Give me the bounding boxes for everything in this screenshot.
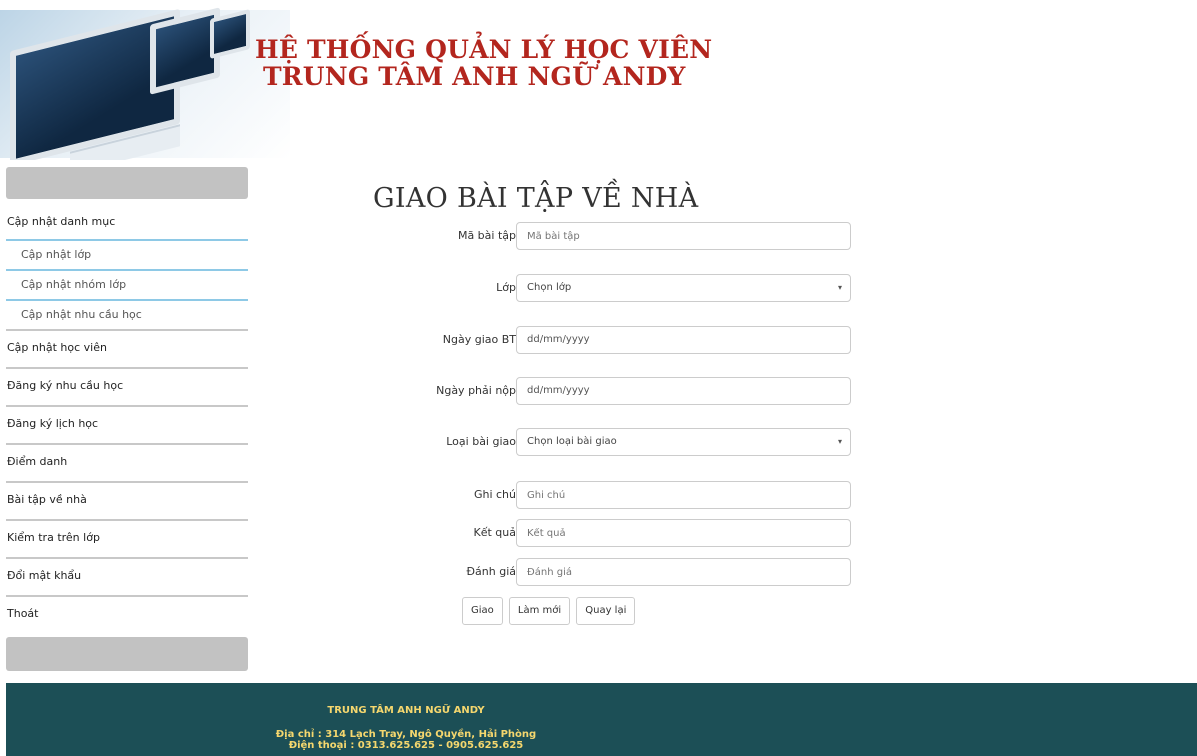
footer-phone: Điện thoại : 0313.625.625 - 0905.625.625 (288, 740, 524, 751)
ma-bai-tap-input[interactable] (516, 222, 851, 250)
sidebar-item-cap-nhat-danh-muc[interactable]: Cập nhật danh mục (6, 207, 248, 241)
sidebar-item-kiem-tra-tren-lop[interactable]: Kiểm tra trên lớp (6, 521, 248, 559)
form-row-ngay-nop: Ngày phải nộp dd/mm/yyyy (340, 377, 860, 405)
sidebar-item-bai-tap-ve-nha[interactable]: Bài tập về nhà (6, 483, 248, 521)
ngay-nop-date-input[interactable]: dd/mm/yyyy (516, 377, 851, 405)
sidebar-item-thoat[interactable]: Thoát (6, 597, 248, 635)
sidebar-footer-bar (6, 637, 248, 671)
sidebar-item-cap-nhat-lop[interactable]: Cập nhật lớp (6, 241, 248, 271)
footer-org-name: TRUNG TÂM ANH NGỮ ANDY (327, 705, 485, 716)
loai-bai-selected-value: Chọn loại bài giao (527, 436, 617, 447)
footer-contact: Địa chỉ : 314 Lạch Tray, Ngô Quyền, Hải … (6, 729, 806, 751)
sidebar-item-cap-nhat-nhu-cau-hoc[interactable]: Cập nhật nhu cầu học (6, 301, 248, 331)
sidebar-header-bar (6, 167, 248, 199)
site-title-line2: TRUNG TÂM ANH NGỮ ANDY (263, 62, 686, 91)
banner-computers-image (0, 7, 290, 160)
page: HỆ THỐNG QUẢN LÝ HỌC VIÊN TRUNG TÂM ANH … (0, 0, 1197, 756)
ghi-chu-label: Ghi chú (473, 488, 516, 501)
form-row-ket-qua: Kết quả (340, 519, 860, 547)
form-row-ma-bai-tap: Mã bài tập (340, 222, 860, 250)
page-title: GIAO BÀI TẬP VỀ NHÀ (373, 183, 699, 214)
lop-select[interactable]: Chọn lớp ▾ (516, 274, 851, 302)
sidebar-item-diem-danh[interactable]: Điểm danh (6, 445, 248, 483)
sidebar-menu: Cập nhật danh mục Cập nhật lớp Cập nhật … (6, 207, 248, 635)
sidebar-item-doi-mat-khau[interactable]: Đổi mật khẩu (6, 559, 248, 597)
sidebar-item-dang-ky-lich-hoc[interactable]: Đăng ký lịch học (6, 407, 248, 445)
ghi-chu-input[interactable] (516, 481, 851, 509)
lop-selected-value: Chọn lớp (527, 282, 572, 293)
danh-gia-label: Đánh giá (466, 565, 516, 578)
form-row-ngay-giao: Ngày giao BT dd/mm/yyyy (340, 326, 860, 354)
form-buttons: Giao Làm mới Quay lại (462, 597, 636, 625)
ma-bai-tap-label: Mã bài tập (457, 229, 516, 242)
dropdown-caret-icon: ▾ (837, 437, 842, 446)
giao-button[interactable]: Giao (462, 597, 503, 625)
sidebar-item-cap-nhat-hoc-vien[interactable]: Cập nhật học viên (6, 331, 248, 369)
quay-lai-button[interactable]: Quay lại (576, 597, 636, 625)
ngay-nop-label: Ngày phải nộp (436, 384, 516, 397)
form-row-loai-bai: Loại bài giao Chọn loại bài giao ▾ (340, 428, 860, 456)
monitor-graphic (210, 9, 250, 59)
lop-label: Lớp (496, 281, 516, 294)
form-row-danh-gia: Đánh giá (340, 558, 860, 586)
form-row-lop: Lớp Chọn lớp ▾ (340, 274, 860, 302)
ket-qua-label: Kết quả (473, 526, 517, 539)
loai-bai-select[interactable]: Chọn loại bài giao ▾ (516, 428, 851, 456)
header-banner: HỆ THỐNG QUẢN LÝ HỌC VIÊN TRUNG TÂM ANH … (0, 0, 1197, 160)
loai-bai-label: Loại bài giao (446, 435, 516, 448)
footer-address: Địa chỉ : 314 Lạch Tray, Ngô Quyền, Hải … (275, 729, 537, 740)
ngay-giao-date-input[interactable]: dd/mm/yyyy (516, 326, 851, 354)
ngay-giao-label: Ngày giao BT (442, 333, 516, 346)
lam-moi-button[interactable]: Làm mới (508, 597, 571, 625)
sidebar-item-cap-nhat-nhom-lop[interactable]: Cập nhật nhóm lớp (6, 271, 248, 301)
ket-qua-input[interactable] (516, 519, 851, 547)
sidebar-item-dang-ky-nhu-cau-hoc[interactable]: Đăng ký nhu cầu học (6, 369, 248, 407)
footer: TRUNG TÂM ANH NGỮ ANDY Địa chỉ : 314 Lạc… (6, 683, 1197, 756)
danh-gia-input[interactable] (516, 558, 851, 586)
sidebar: Cập nhật danh mục Cập nhật lớp Cập nhật … (6, 167, 248, 671)
site-title: HỆ THỐNG QUẢN LÝ HỌC VIÊN TRUNG TÂM ANH … (255, 36, 712, 90)
form-row-ghi-chu: Ghi chú (340, 481, 860, 509)
dropdown-caret-icon: ▾ (837, 283, 842, 292)
site-title-line1: HỆ THỐNG QUẢN LÝ HỌC VIÊN (255, 35, 713, 64)
